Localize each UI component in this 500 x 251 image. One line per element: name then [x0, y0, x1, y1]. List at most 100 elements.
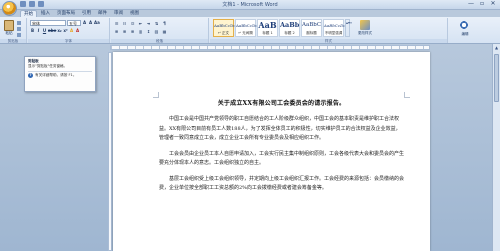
style-sample: AaBbCcDc [214, 23, 236, 28]
vertical-ruler[interactable] [108, 52, 112, 251]
clipboard-group-label[interactable]: 剪贴板 [0, 39, 26, 43]
paragraph-group-label[interactable]: 段落 [111, 39, 208, 43]
font-color-button[interactable]: A [75, 28, 80, 34]
tab-mailings[interactable]: 邮件 [95, 10, 110, 17]
underline-button[interactable]: U [42, 28, 47, 34]
ribbon-tabs: 开始 插入 页面布局 引用 邮件 审阅 视图 [20, 10, 142, 17]
show-marks-icon[interactable]: ¶ [162, 21, 167, 27]
style-heading-2[interactable]: AaBb 标题 2 [279, 19, 300, 37]
font-group-label[interactable]: 字体 [28, 39, 109, 43]
style-subtitle[interactable]: AaBbC 副标题 [301, 19, 322, 37]
tab-page-layout[interactable]: 页面布局 [54, 10, 78, 17]
highlight-button[interactable]: A [69, 28, 74, 34]
format-painter-icon[interactable] [17, 33, 21, 37]
align-center-icon[interactable]: ≡ [122, 29, 127, 35]
shading-icon[interactable]: ▨ [154, 29, 159, 35]
tooltip-help-row: ? 有关详细帮助，请按 F1。 [28, 73, 92, 78]
decrease-indent-icon[interactable]: ⇤ [138, 21, 143, 27]
font-row-2: B I U abe x₂ x² A A [30, 28, 80, 34]
style-name: 副标题 [306, 31, 317, 35]
editing-label: 编辑 [461, 32, 469, 36]
ribbon: 粘贴 剪贴板 宋体 五号 A A Aa B I U abe x₂ x² A A … [0, 17, 500, 44]
style-name: ↵ 正文 [217, 31, 230, 35]
close-button[interactable]: ✕ [488, 0, 498, 8]
paragraph-row-1: ☰ ☷ ☲ ⇤ ⇥ ⇅ ¶ [114, 21, 167, 27]
justify-icon[interactable]: ≣ [138, 29, 143, 35]
increase-indent-icon[interactable]: ⇥ [146, 21, 151, 27]
strikethrough-button[interactable]: abe [48, 28, 56, 34]
horizontal-ruler[interactable] [110, 45, 430, 50]
margin-corner-mark [404, 92, 410, 98]
office-button[interactable] [2, 1, 17, 16]
style-normal[interactable]: AaBbCcDc ↵ 正文 [213, 19, 236, 37]
ruler-ticks [111, 46, 429, 49]
paste-icon [4, 20, 14, 31]
bold-button[interactable]: B [30, 28, 35, 34]
style-sample: AaBbCcDc [324, 23, 346, 28]
title-bar: 文档1 - Microsoft Word — ▫ ✕ [0, 0, 500, 10]
copy-icon[interactable] [17, 27, 21, 31]
superscript-button[interactable]: x² [63, 28, 68, 34]
borders-icon[interactable]: ▦ [162, 29, 167, 35]
style-subtle-emphasis[interactable]: AaBbCcDc 不明显强调 [323, 19, 346, 37]
tab-insert[interactable]: 插入 [38, 10, 53, 17]
clipboard-small-buttons [17, 21, 21, 39]
document-page[interactable]: 关于成立XX有限公司工会委员会的请示报告。 中国工会是中国共产党领导的职工自愿结… [113, 52, 430, 251]
document-paragraph: 基层工会组织受上级工会组织领导，并定期向上级工会组织汇报工作。工会经费的来源包括… [159, 175, 405, 192]
style-no-spacing[interactable]: AaBbCcDc ↵ 无间隔 [235, 19, 258, 37]
grow-font-button[interactable]: A [82, 20, 87, 26]
maximize-button[interactable]: ▫ [477, 0, 487, 8]
bullets-icon[interactable]: ☰ [114, 21, 119, 27]
minimize-button[interactable]: — [466, 0, 476, 8]
scroll-thumb[interactable] [494, 54, 499, 102]
shrink-font-button[interactable]: A [88, 20, 93, 26]
styles-group: AaBbCcDc ↵ 正文 AaBbCcDc ↵ 无间隔 AaB 标题 1 Aa… [210, 18, 448, 43]
styles-group-label[interactable]: 样式 [210, 39, 447, 43]
paste-label: 粘贴 [5, 31, 13, 35]
clipboard-tooltip: 剪贴板 显示"剪贴板"任务窗格。 ? 有关详细帮助，请按 F1。 [24, 56, 96, 92]
italic-button[interactable]: I [36, 28, 41, 34]
multilevel-list-icon[interactable]: ☲ [130, 21, 135, 27]
styles-scroll[interactable]: ▴▾▿ [345, 19, 352, 37]
tooltip-body: 显示"剪贴板"任务窗格。 [28, 64, 68, 68]
cut-icon[interactable] [17, 21, 21, 25]
margin-corner-mark [153, 92, 159, 98]
styles-gallery: AaBbCcDc ↵ 正文 AaBbCcDc ↵ 无间隔 AaB 标题 1 Aa… [213, 19, 346, 37]
font-name-select[interactable]: 宋体 [30, 20, 66, 26]
window-title: 文档1 - Microsoft Word [222, 2, 278, 8]
tooltip-divider [28, 71, 92, 72]
clipboard-group: 粘贴 剪贴板 [0, 18, 27, 43]
line-spacing-icon[interactable]: ↕ [146, 29, 151, 35]
sort-icon[interactable]: ⇅ [154, 21, 159, 27]
document-title: 关于成立XX有限公司工会委员会的请示报告。 [217, 100, 346, 107]
vertical-scrollbar[interactable]: ▲ [492, 44, 500, 251]
align-right-icon[interactable]: ≡ [130, 29, 135, 35]
style-name: 标题 1 [262, 31, 273, 35]
editing-button[interactable]: 编辑 [455, 20, 475, 40]
style-name: ↵ 无间隔 [238, 31, 253, 35]
tab-home[interactable]: 开始 [20, 10, 37, 17]
style-name: 不明显强调 [324, 31, 343, 35]
align-left-icon[interactable]: ≡ [114, 29, 119, 35]
tab-view[interactable]: 视图 [127, 10, 142, 17]
change-styles-icon [360, 20, 370, 30]
tab-references[interactable]: 引用 [79, 10, 94, 17]
find-icon [460, 21, 470, 31]
font-row-1: 宋体 五号 A A Aa [30, 20, 100, 26]
change-styles-label: 更改样式 [358, 31, 372, 35]
font-size-select[interactable]: 五号 [67, 20, 81, 26]
subscript-button[interactable]: x₂ [57, 28, 62, 34]
numbering-icon[interactable]: ☷ [122, 21, 127, 27]
help-icon: ? [28, 73, 33, 78]
style-sample: AaB [258, 20, 277, 30]
font-group: 宋体 五号 A A Aa B I U abe x₂ x² A A 字体 [28, 18, 110, 43]
style-heading-1[interactable]: AaB 标题 1 [257, 19, 278, 37]
document-paragraph: 中国工会是中国共产党领导的职工自愿结合的工人阶级群众组织，中国工会的基本职责是维… [159, 116, 401, 141]
paste-button[interactable]: 粘贴 [3, 20, 15, 36]
tab-review[interactable]: 审阅 [111, 10, 126, 17]
change-styles-button[interactable]: 更改样式 [355, 19, 375, 39]
tooltip-help-text: 有关详细帮助，请按 F1。 [35, 73, 77, 77]
window-controls: — ▫ ✕ [465, 0, 498, 8]
scroll-up-arrow[interactable]: ▲ [493, 45, 500, 51]
change-case-button[interactable]: Aa [94, 20, 100, 26]
